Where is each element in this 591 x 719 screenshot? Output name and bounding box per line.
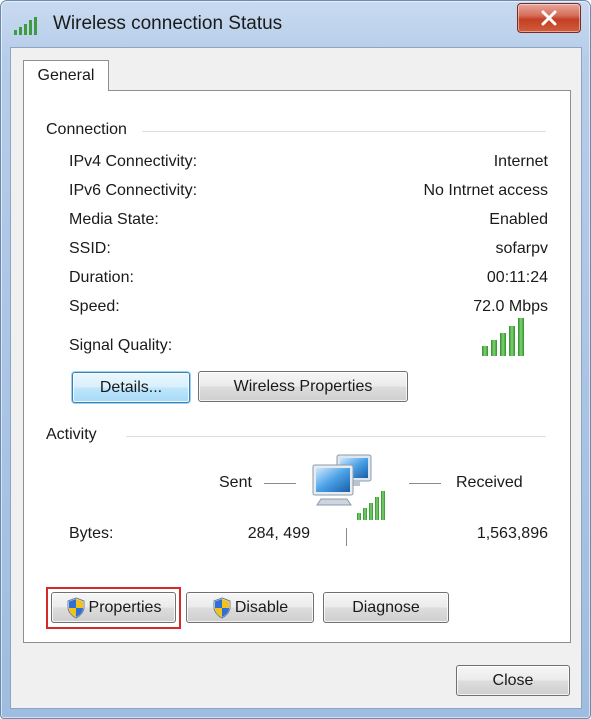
details-button[interactable]: Details...	[72, 372, 190, 403]
ipv6-label: IPv6 Connectivity:	[69, 182, 198, 199]
speed-value: 72.0 Mbps	[473, 298, 548, 315]
dialog-client-area: General Connection IPv4 Connectivity: In…	[10, 47, 582, 709]
properties-button[interactable]: Properties	[51, 592, 176, 623]
window-title: Wireless connection Status	[53, 13, 283, 34]
close-icon	[540, 10, 558, 26]
bytes-label: Bytes:	[69, 525, 114, 542]
diagnose-button[interactable]: Diagnose	[323, 592, 449, 623]
wireless-properties-button[interactable]: Wireless Properties	[198, 371, 408, 402]
bytes-sent-value: 284, 499	[247, 525, 310, 542]
received-label: Received	[456, 474, 523, 491]
activity-divider	[126, 436, 546, 437]
signal-strength-icon	[480, 316, 532, 358]
uac-shield-icon	[212, 596, 232, 619]
activity-divider-tick	[346, 528, 347, 546]
connection-group-label: Connection	[46, 120, 137, 140]
duration-label: Duration:	[69, 269, 134, 286]
connection-divider	[142, 131, 546, 132]
network-computers-icon	[307, 451, 395, 523]
media-state-value: Enabled	[489, 211, 548, 228]
media-state-label: Media State:	[69, 211, 159, 228]
received-connector	[409, 483, 441, 484]
activity-group-label: Activity	[46, 425, 107, 445]
general-panel: Connection IPv4 Connectivity: Internet I…	[23, 90, 571, 643]
sent-label: Sent	[219, 474, 252, 491]
properties-button-label: Properties	[88, 598, 162, 616]
sent-connector	[264, 483, 296, 484]
ipv4-value: Internet	[493, 153, 548, 170]
ssid-label: SSID:	[69, 240, 111, 257]
disable-button[interactable]: Disable	[186, 592, 314, 623]
ipv4-label: IPv4 Connectivity:	[69, 153, 198, 170]
tab-general[interactable]: General	[23, 60, 109, 91]
signal-bars-icon	[13, 15, 39, 37]
speed-label: Speed:	[69, 298, 120, 315]
title-bar[interactable]: Wireless connection Status	[1, 1, 590, 47]
close-button[interactable]: Close	[456, 665, 570, 696]
uac-shield-icon	[66, 596, 86, 619]
disable-button-label: Disable	[234, 598, 289, 616]
status-window: Wireless connection Status General Conne…	[0, 0, 591, 719]
window-close-button[interactable]	[517, 3, 581, 33]
ipv6-value: No Intrnet access	[423, 182, 549, 199]
ssid-value: sofarpv	[495, 240, 548, 257]
bytes-received-value: 1,563,896	[476, 525, 548, 542]
duration-value: 00:11:24	[486, 269, 548, 286]
signal-quality-label: Signal Quality:	[69, 337, 173, 354]
